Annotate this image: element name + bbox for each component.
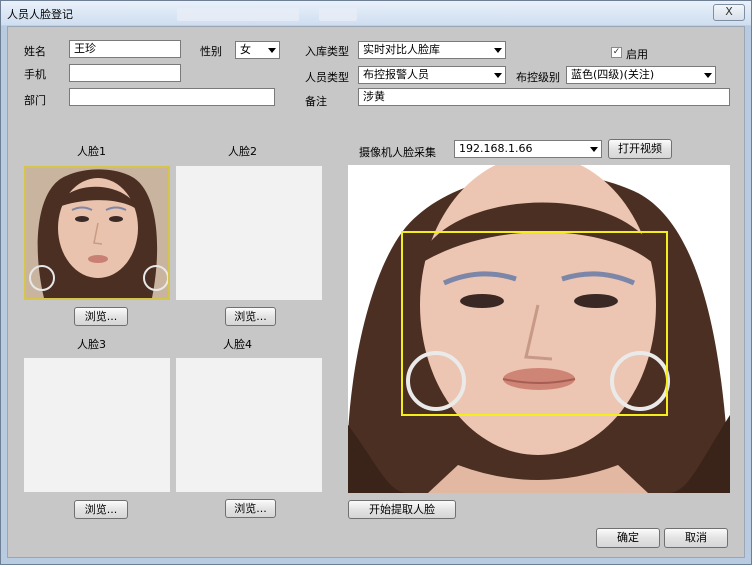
control-level-label: 布控级别 — [516, 71, 560, 84]
store-type-select-value: 实时对比人脸库 — [363, 43, 440, 56]
remark-label: 备注 — [305, 95, 327, 108]
camera-preview — [348, 165, 730, 493]
title-bar[interactable]: 人员人脸登记 X — [1, 1, 751, 25]
chevron-down-icon — [494, 73, 502, 78]
control-level-select-value: 蓝色(四级)(关注) — [571, 68, 655, 81]
chevron-down-icon — [704, 73, 712, 78]
person-type-select-value: 布控报警人员 — [363, 68, 429, 81]
chevron-down-icon — [590, 147, 598, 152]
background-button — [319, 8, 357, 21]
camera-label: 摄像机人脸采集 — [359, 146, 436, 159]
face-1-image[interactable] — [24, 166, 170, 300]
face-1-label: 人脸1 — [77, 145, 106, 158]
registration-window: 人员人脸登记 X 姓名 王珍 性别 女 入库类型 实时对比人脸库 ✓ 启用 手机… — [0, 0, 752, 565]
enable-checkbox[interactable]: ✓ — [611, 47, 622, 58]
phone-label: 手机 — [24, 68, 46, 81]
chevron-down-icon — [494, 48, 502, 53]
chevron-down-icon — [268, 48, 276, 53]
face-4-image[interactable] — [176, 358, 322, 492]
face-2-label: 人脸2 — [228, 145, 257, 158]
store-type-select[interactable]: 实时对比人脸库 — [358, 41, 506, 59]
gender-select-value: 女 — [240, 43, 251, 56]
start-extract-button[interactable]: 开始提取人脸 — [348, 500, 456, 519]
camera-ip-select[interactable]: 192.168.1.66 — [454, 140, 602, 158]
browse-face-3-button[interactable]: 浏览... — [74, 500, 128, 519]
name-label: 姓名 — [24, 45, 46, 58]
face-4-label: 人脸4 — [223, 338, 252, 351]
control-level-select[interactable]: 蓝色(四级)(关注) — [566, 66, 716, 84]
enable-label: 启用 — [626, 48, 648, 61]
person-type-label: 人员类型 — [305, 71, 349, 84]
face-detection-box — [401, 231, 668, 416]
window-title: 人员人脸登记 — [7, 8, 73, 21]
open-video-button[interactable]: 打开视频 — [608, 139, 672, 159]
camera-ip-select-value: 192.168.1.66 — [459, 142, 533, 155]
name-field[interactable]: 王珍 — [69, 40, 181, 58]
dept-label: 部门 — [24, 94, 46, 107]
face-portrait-image — [26, 168, 169, 298]
dept-field[interactable] — [69, 88, 275, 106]
browse-face-2-button[interactable]: 浏览... — [225, 307, 276, 326]
face-3-image[interactable] — [24, 358, 170, 492]
face-3-label: 人脸3 — [77, 338, 106, 351]
gender-select[interactable]: 女 — [235, 41, 280, 59]
browse-face-4-button[interactable]: 浏览... — [225, 499, 276, 518]
gender-label: 性别 — [200, 45, 222, 58]
background-field — [177, 8, 299, 21]
face-2-image[interactable] — [176, 166, 322, 300]
person-type-select[interactable]: 布控报警人员 — [358, 66, 506, 84]
cancel-button[interactable]: 取消 — [664, 528, 728, 548]
client-area: 姓名 王珍 性别 女 入库类型 实时对比人脸库 ✓ 启用 手机 人员类型 布控报… — [7, 26, 745, 558]
store-type-label: 入库类型 — [305, 45, 349, 58]
ok-button[interactable]: 确定 — [596, 528, 660, 548]
phone-field[interactable] — [69, 64, 181, 82]
browse-face-1-button[interactable]: 浏览... — [74, 307, 128, 326]
remark-field[interactable]: 涉黄 — [358, 88, 730, 106]
close-button[interactable]: X — [713, 4, 745, 21]
